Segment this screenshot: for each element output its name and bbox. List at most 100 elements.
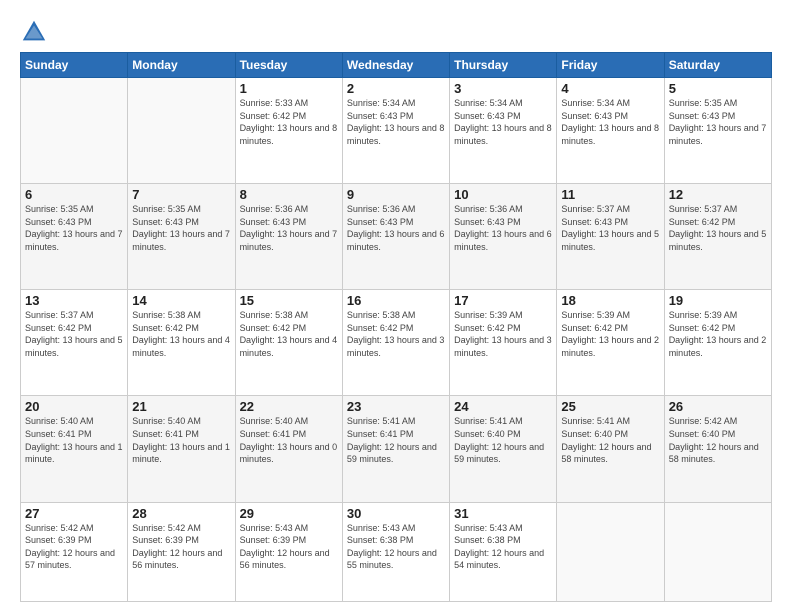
calendar-cell: 3Sunrise: 5:34 AMSunset: 6:43 PMDaylight… xyxy=(450,78,557,184)
calendar-cell: 17Sunrise: 5:39 AMSunset: 6:42 PMDayligh… xyxy=(450,290,557,396)
page: SundayMondayTuesdayWednesdayThursdayFrid… xyxy=(0,0,792,612)
calendar-cell: 26Sunrise: 5:42 AMSunset: 6:40 PMDayligh… xyxy=(664,396,771,502)
calendar-cell xyxy=(664,502,771,602)
day-info: Sunrise: 5:43 AMSunset: 6:38 PMDaylight:… xyxy=(454,522,552,572)
calendar-cell: 11Sunrise: 5:37 AMSunset: 6:43 PMDayligh… xyxy=(557,184,664,290)
day-info: Sunrise: 5:43 AMSunset: 6:39 PMDaylight:… xyxy=(240,522,338,572)
calendar-cell xyxy=(128,78,235,184)
day-number: 18 xyxy=(561,293,659,308)
day-number: 4 xyxy=(561,81,659,96)
day-info: Sunrise: 5:34 AMSunset: 6:43 PMDaylight:… xyxy=(347,97,445,147)
day-info: Sunrise: 5:38 AMSunset: 6:42 PMDaylight:… xyxy=(347,309,445,359)
calendar-cell: 30Sunrise: 5:43 AMSunset: 6:38 PMDayligh… xyxy=(342,502,449,602)
calendar-header-wednesday: Wednesday xyxy=(342,53,449,78)
day-info: Sunrise: 5:42 AMSunset: 6:39 PMDaylight:… xyxy=(132,522,230,572)
day-number: 2 xyxy=(347,81,445,96)
day-number: 15 xyxy=(240,293,338,308)
calendar-header-saturday: Saturday xyxy=(664,53,771,78)
day-number: 11 xyxy=(561,187,659,202)
day-number: 17 xyxy=(454,293,552,308)
calendar-week-row: 1Sunrise: 5:33 AMSunset: 6:42 PMDaylight… xyxy=(21,78,772,184)
calendar-header-sunday: Sunday xyxy=(21,53,128,78)
day-info: Sunrise: 5:41 AMSunset: 6:40 PMDaylight:… xyxy=(454,415,552,465)
calendar-cell xyxy=(21,78,128,184)
day-info: Sunrise: 5:40 AMSunset: 6:41 PMDaylight:… xyxy=(240,415,338,465)
day-info: Sunrise: 5:40 AMSunset: 6:41 PMDaylight:… xyxy=(132,415,230,465)
logo-icon xyxy=(20,18,48,46)
calendar-week-row: 13Sunrise: 5:37 AMSunset: 6:42 PMDayligh… xyxy=(21,290,772,396)
day-number: 6 xyxy=(25,187,123,202)
day-info: Sunrise: 5:33 AMSunset: 6:42 PMDaylight:… xyxy=(240,97,338,147)
day-info: Sunrise: 5:42 AMSunset: 6:39 PMDaylight:… xyxy=(25,522,123,572)
day-info: Sunrise: 5:36 AMSunset: 6:43 PMDaylight:… xyxy=(454,203,552,253)
calendar-cell: 16Sunrise: 5:38 AMSunset: 6:42 PMDayligh… xyxy=(342,290,449,396)
calendar-cell: 1Sunrise: 5:33 AMSunset: 6:42 PMDaylight… xyxy=(235,78,342,184)
calendar-header-monday: Monday xyxy=(128,53,235,78)
day-number: 9 xyxy=(347,187,445,202)
calendar-cell: 19Sunrise: 5:39 AMSunset: 6:42 PMDayligh… xyxy=(664,290,771,396)
day-info: Sunrise: 5:36 AMSunset: 6:43 PMDaylight:… xyxy=(240,203,338,253)
day-number: 27 xyxy=(25,506,123,521)
calendar-cell: 21Sunrise: 5:40 AMSunset: 6:41 PMDayligh… xyxy=(128,396,235,502)
day-number: 22 xyxy=(240,399,338,414)
day-number: 8 xyxy=(240,187,338,202)
day-info: Sunrise: 5:35 AMSunset: 6:43 PMDaylight:… xyxy=(25,203,123,253)
day-number: 5 xyxy=(669,81,767,96)
calendar-cell: 27Sunrise: 5:42 AMSunset: 6:39 PMDayligh… xyxy=(21,502,128,602)
day-info: Sunrise: 5:36 AMSunset: 6:43 PMDaylight:… xyxy=(347,203,445,253)
calendar-cell: 14Sunrise: 5:38 AMSunset: 6:42 PMDayligh… xyxy=(128,290,235,396)
day-info: Sunrise: 5:34 AMSunset: 6:43 PMDaylight:… xyxy=(454,97,552,147)
day-info: Sunrise: 5:35 AMSunset: 6:43 PMDaylight:… xyxy=(132,203,230,253)
calendar-week-row: 27Sunrise: 5:42 AMSunset: 6:39 PMDayligh… xyxy=(21,502,772,602)
day-number: 24 xyxy=(454,399,552,414)
day-number: 20 xyxy=(25,399,123,414)
calendar-cell: 12Sunrise: 5:37 AMSunset: 6:42 PMDayligh… xyxy=(664,184,771,290)
day-info: Sunrise: 5:41 AMSunset: 6:40 PMDaylight:… xyxy=(561,415,659,465)
calendar-cell: 28Sunrise: 5:42 AMSunset: 6:39 PMDayligh… xyxy=(128,502,235,602)
day-info: Sunrise: 5:38 AMSunset: 6:42 PMDaylight:… xyxy=(240,309,338,359)
calendar-table: SundayMondayTuesdayWednesdayThursdayFrid… xyxy=(20,52,772,602)
day-number: 31 xyxy=(454,506,552,521)
calendar-cell xyxy=(557,502,664,602)
calendar-cell: 13Sunrise: 5:37 AMSunset: 6:42 PMDayligh… xyxy=(21,290,128,396)
day-number: 26 xyxy=(669,399,767,414)
calendar-cell: 23Sunrise: 5:41 AMSunset: 6:41 PMDayligh… xyxy=(342,396,449,502)
calendar-cell: 10Sunrise: 5:36 AMSunset: 6:43 PMDayligh… xyxy=(450,184,557,290)
calendar-cell: 9Sunrise: 5:36 AMSunset: 6:43 PMDaylight… xyxy=(342,184,449,290)
calendar-cell: 4Sunrise: 5:34 AMSunset: 6:43 PMDaylight… xyxy=(557,78,664,184)
day-number: 28 xyxy=(132,506,230,521)
day-info: Sunrise: 5:35 AMSunset: 6:43 PMDaylight:… xyxy=(669,97,767,147)
calendar-header-friday: Friday xyxy=(557,53,664,78)
calendar-cell: 20Sunrise: 5:40 AMSunset: 6:41 PMDayligh… xyxy=(21,396,128,502)
day-number: 21 xyxy=(132,399,230,414)
day-info: Sunrise: 5:39 AMSunset: 6:42 PMDaylight:… xyxy=(561,309,659,359)
calendar-cell: 15Sunrise: 5:38 AMSunset: 6:42 PMDayligh… xyxy=(235,290,342,396)
calendar-cell: 25Sunrise: 5:41 AMSunset: 6:40 PMDayligh… xyxy=(557,396,664,502)
day-number: 7 xyxy=(132,187,230,202)
day-number: 16 xyxy=(347,293,445,308)
calendar-cell: 5Sunrise: 5:35 AMSunset: 6:43 PMDaylight… xyxy=(664,78,771,184)
calendar-cell: 31Sunrise: 5:43 AMSunset: 6:38 PMDayligh… xyxy=(450,502,557,602)
day-number: 1 xyxy=(240,81,338,96)
calendar-cell: 22Sunrise: 5:40 AMSunset: 6:41 PMDayligh… xyxy=(235,396,342,502)
calendar-cell: 6Sunrise: 5:35 AMSunset: 6:43 PMDaylight… xyxy=(21,184,128,290)
calendar-cell: 8Sunrise: 5:36 AMSunset: 6:43 PMDaylight… xyxy=(235,184,342,290)
calendar-cell: 29Sunrise: 5:43 AMSunset: 6:39 PMDayligh… xyxy=(235,502,342,602)
day-info: Sunrise: 5:42 AMSunset: 6:40 PMDaylight:… xyxy=(669,415,767,465)
day-number: 10 xyxy=(454,187,552,202)
logo xyxy=(20,18,52,46)
day-number: 25 xyxy=(561,399,659,414)
day-number: 3 xyxy=(454,81,552,96)
calendar-cell: 2Sunrise: 5:34 AMSunset: 6:43 PMDaylight… xyxy=(342,78,449,184)
day-info: Sunrise: 5:43 AMSunset: 6:38 PMDaylight:… xyxy=(347,522,445,572)
calendar-week-row: 20 Sunrise: 5:40 AMSunset: 6:41 PMDayligh… xyxy=(21,396,772,502)
calendar-week-row: 6Sunrise: 5:35 AMSunset: 6:43 PMDaylight… xyxy=(21,184,772,290)
calendar-header-thursday: Thursday xyxy=(450,53,557,78)
day-number: 14 xyxy=(132,293,230,308)
header xyxy=(20,18,772,46)
calendar-cell: 24Sunrise: 5:41 AMSunset: 6:40 PMDayligh… xyxy=(450,396,557,502)
day-info: Sunrise: 5:41 AMSunset: 6:41 PMDaylight:… xyxy=(347,415,445,465)
day-info: Sunrise: 5:38 AMSunset: 6:42 PMDaylight:… xyxy=(132,309,230,359)
day-number: 13 xyxy=(25,293,123,308)
calendar-cell: 7Sunrise: 5:35 AMSunset: 6:43 PMDaylight… xyxy=(128,184,235,290)
